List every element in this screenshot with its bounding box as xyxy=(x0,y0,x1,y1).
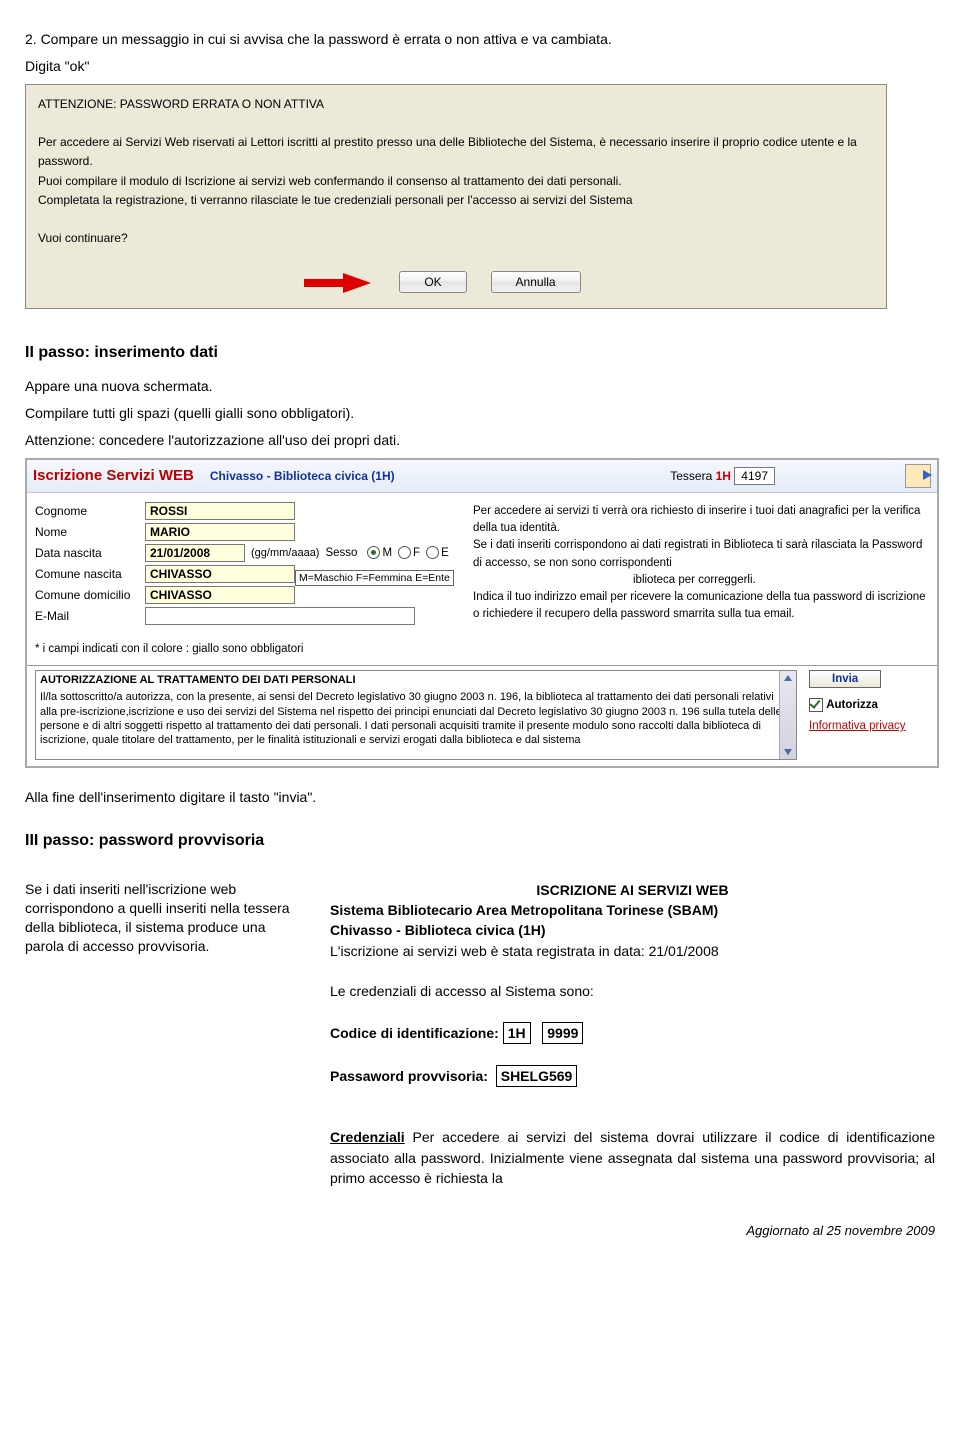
label-comune-nascita: Comune nascita xyxy=(35,567,145,581)
after-form-note: Alla fine dell'inserimento digitare il t… xyxy=(25,788,935,807)
authorization-textarea[interactable]: AUTORIZZAZIONE AL TRATTAMENTO DEI DATI P… xyxy=(35,670,797,760)
input-email[interactable] xyxy=(145,607,415,625)
registrazione-text: L'iscrizione ai servizi web è stata regi… xyxy=(330,941,935,961)
red-arrowhead-icon xyxy=(343,273,371,293)
label-sesso: Sesso xyxy=(325,547,357,559)
radio-f[interactable] xyxy=(398,546,411,559)
intro-line2: Digita "ok" xyxy=(25,57,935,76)
label-cognome: Cognome xyxy=(35,504,145,518)
ok-button[interactable]: OK xyxy=(399,271,466,293)
step3-heading: III passo: password provvisoria xyxy=(25,832,935,850)
exit-icon[interactable] xyxy=(905,464,931,488)
input-comune-nascita[interactable]: CHIVASSO xyxy=(145,565,295,583)
tessera-label: Tessera xyxy=(670,469,712,483)
radio-m[interactable] xyxy=(367,546,380,559)
form-subtitle: Chivasso - Biblioteca civica (1H) xyxy=(210,469,395,483)
tessera-number: 4197 xyxy=(734,467,775,485)
tessera-code: 1H xyxy=(716,469,731,483)
help-p3: Indica il tuo indirizzo email per riceve… xyxy=(473,589,929,624)
step3-left-text: Se i dati inseriti nell'iscrizione web c… xyxy=(25,880,305,1188)
privacy-link[interactable]: Informativa privacy xyxy=(809,720,906,732)
auth-body: Il/la sottoscritto/a autorizza, con la p… xyxy=(40,690,792,747)
help-p1: Per accedere ai servizi ti verrà ora ric… xyxy=(473,503,929,538)
form-title: Iscrizione Servizi WEB xyxy=(33,467,194,484)
iscrizione-form: Iscrizione Servizi WEB Chivasso - Biblio… xyxy=(25,458,939,768)
credenziali-intro: Le credenziali di accesso al Sistema son… xyxy=(330,981,935,1001)
radio-e-label: E xyxy=(441,547,449,559)
input-data-nascita[interactable]: 21/01/2008 xyxy=(145,544,245,562)
step2-l1: Appare una nuova schermata. xyxy=(25,377,935,396)
page-footer: Aggiornato al 25 novembre 2009 xyxy=(25,1223,935,1238)
codice-label: Codice di identificazione: xyxy=(330,1025,499,1041)
sistema-name: Sistema Bibliotecario Area Metropolitana… xyxy=(330,900,935,920)
password-value: SHELG569 xyxy=(496,1065,578,1087)
help-p2b: iblioteca per correggerli. xyxy=(633,572,929,589)
input-nome[interactable]: MARIO xyxy=(145,523,295,541)
label-data-nascita: Data nascita xyxy=(35,546,145,560)
credenziali-text: Per accedere ai servizi del sistema dovr… xyxy=(330,1129,935,1186)
step2-heading: II passo: inserimento dati xyxy=(25,344,935,362)
mfe-legend: M=Maschio F=Femmina E=Ente xyxy=(295,570,454,586)
password-warning-dialog: ATTENZIONE: PASSWORD ERRATA O NON ATTIVA… xyxy=(25,84,887,310)
password-label: Passaword provvisoria: xyxy=(330,1068,488,1084)
codice-a: 1H xyxy=(503,1022,531,1044)
credenziali-heading: Credenziali xyxy=(330,1129,405,1145)
scrollbar-icon[interactable] xyxy=(779,671,796,759)
dialog-title: ATTENZIONE: PASSWORD ERRATA O NON ATTIVA xyxy=(38,95,874,114)
label-nome: Nome xyxy=(35,525,145,539)
help-p2: Se i dati inseriti corrispondono ai dati… xyxy=(473,539,922,568)
dialog-p2: Puoi compilare il modulo di Iscrizione a… xyxy=(38,172,874,191)
step2-l2: Compilare tutti gli spazi (quelli gialli… xyxy=(25,404,935,423)
dialog-p1: Per accedere ai Servizi Web riservati ai… xyxy=(38,133,874,171)
label-comune-domicilio: Comune domicilio xyxy=(35,588,145,602)
required-note: * i campi indicati con il colore : giall… xyxy=(35,643,455,655)
biblioteca-name: Chivasso - Biblioteca civica (1H) xyxy=(330,920,935,940)
cancel-button[interactable]: Annulla xyxy=(491,271,581,293)
dialog-p4: Vuoi continuare? xyxy=(38,229,874,248)
radio-e[interactable] xyxy=(426,546,439,559)
radio-f-label: F xyxy=(413,547,420,559)
red-arrow-icon xyxy=(304,279,344,287)
radio-m-label: M xyxy=(382,547,392,559)
step2-l3: Attenzione: concedere l'autorizzazione a… xyxy=(25,431,935,450)
input-cognome[interactable]: ROSSI xyxy=(145,502,295,520)
autorizza-label: Autorizza xyxy=(826,699,878,711)
invia-button[interactable]: Invia xyxy=(809,670,881,688)
codice-b: 9999 xyxy=(542,1022,583,1044)
iscrizione-title: ISCRIZIONE AI SERVIZI WEB xyxy=(330,880,935,900)
autorizza-checkbox[interactable] xyxy=(809,698,823,712)
label-email: E-Mail xyxy=(35,609,145,623)
intro-line1: 2. Compare un messaggio in cui si avvisa… xyxy=(25,30,935,49)
input-comune-domicilio[interactable]: CHIVASSO xyxy=(145,586,295,604)
auth-title: AUTORIZZAZIONE AL TRATTAMENTO DEI DATI P… xyxy=(40,673,792,687)
label-date-format: (gg/mm/aaaa) xyxy=(251,547,319,559)
dialog-p3: Completata la registrazione, ti verranno… xyxy=(38,191,874,210)
